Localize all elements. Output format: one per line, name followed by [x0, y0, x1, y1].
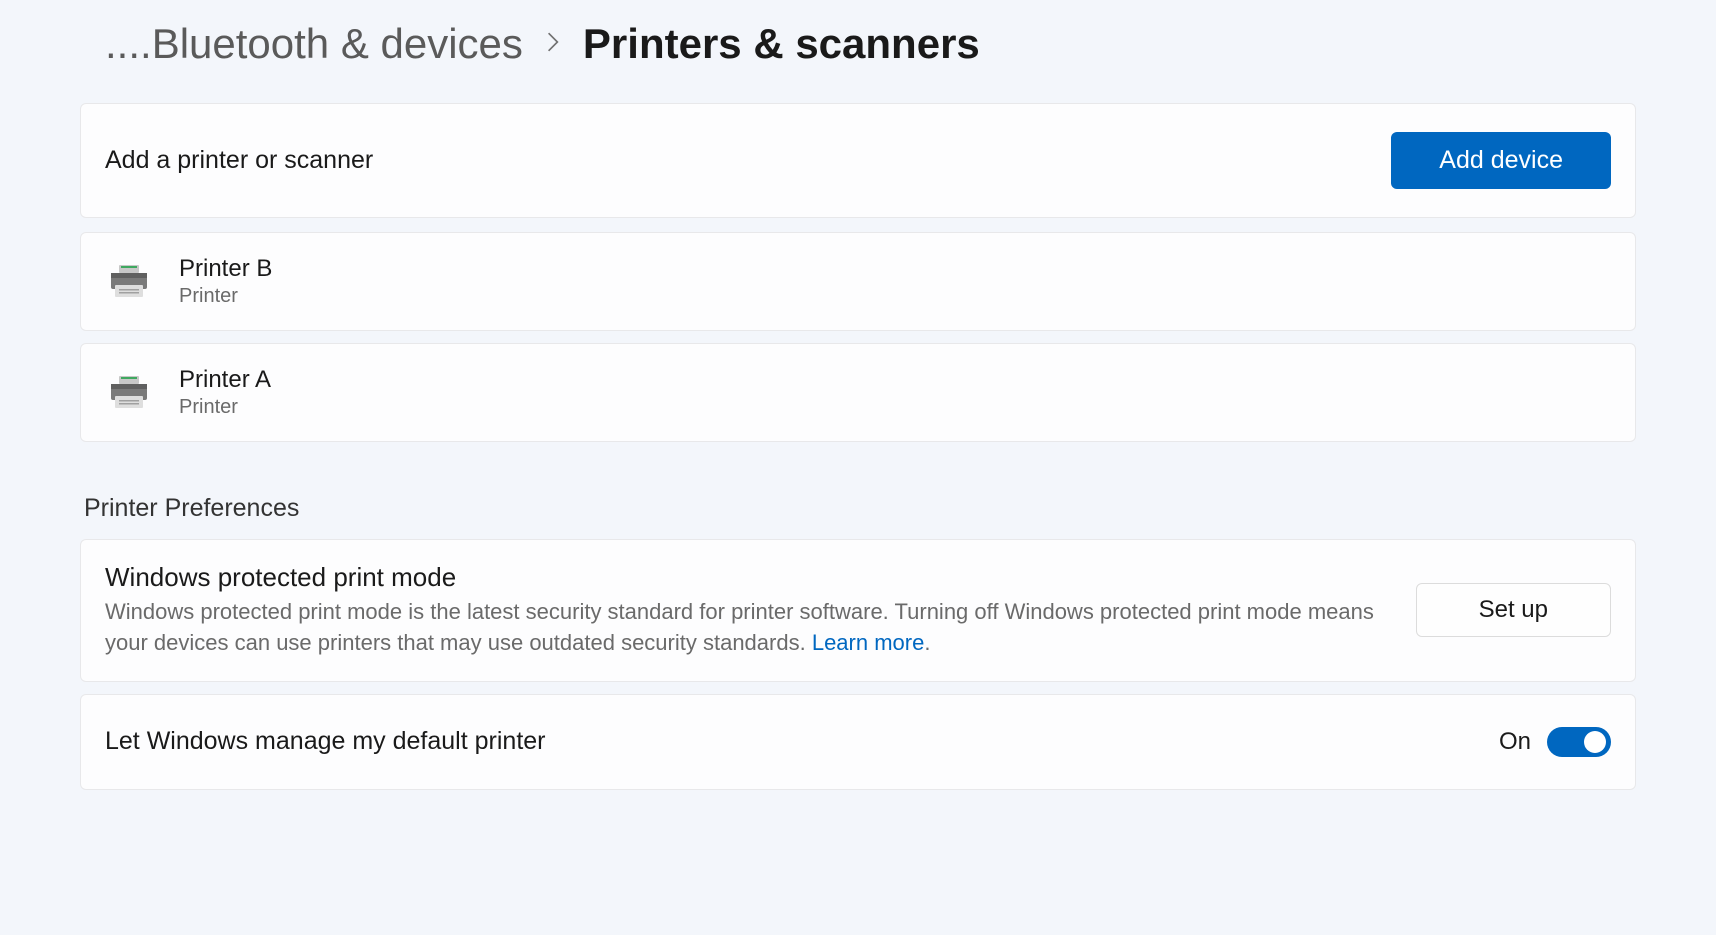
add-printer-section: Add a printer or scanner Add device: [80, 103, 1636, 218]
add-printer-label: Add a printer or scanner: [105, 146, 373, 175]
protected-print-desc: Windows protected print mode is the late…: [105, 597, 1386, 659]
device-type: Printer: [179, 396, 271, 419]
toggle-knob: [1584, 731, 1606, 753]
device-type: Printer: [179, 285, 272, 308]
printer-icon: [105, 263, 153, 301]
breadcrumb: ....Bluetooth & devices Printers & scann…: [80, 20, 1636, 68]
learn-more-link[interactable]: Learn more: [812, 630, 925, 655]
breadcrumb-prefix: ....: [105, 20, 152, 67]
printer-icon: [105, 374, 153, 412]
add-device-button[interactable]: Add device: [1391, 132, 1611, 189]
default-printer-label: Let Windows manage my default printer: [105, 727, 546, 756]
device-item-printer-a[interactable]: Printer A Printer: [80, 343, 1636, 442]
breadcrumb-parent[interactable]: Bluetooth & devices: [152, 20, 523, 67]
default-printer-toggle[interactable]: [1547, 727, 1611, 757]
protected-print-title: Windows protected print mode: [105, 562, 1386, 593]
toggle-state-label: On: [1499, 728, 1531, 756]
chevron-right-icon: [545, 28, 561, 60]
preferences-header: Printer Preferences: [80, 494, 1636, 523]
device-name: Printer B: [179, 255, 272, 283]
setup-button[interactable]: Set up: [1416, 583, 1611, 637]
device-item-printer-b[interactable]: Printer B Printer: [80, 232, 1636, 331]
device-name: Printer A: [179, 366, 271, 394]
default-printer-section: Let Windows manage my default printer On: [80, 694, 1636, 790]
protected-print-section: Windows protected print mode Windows pro…: [80, 539, 1636, 682]
breadcrumb-current: Printers & scanners: [583, 20, 980, 68]
